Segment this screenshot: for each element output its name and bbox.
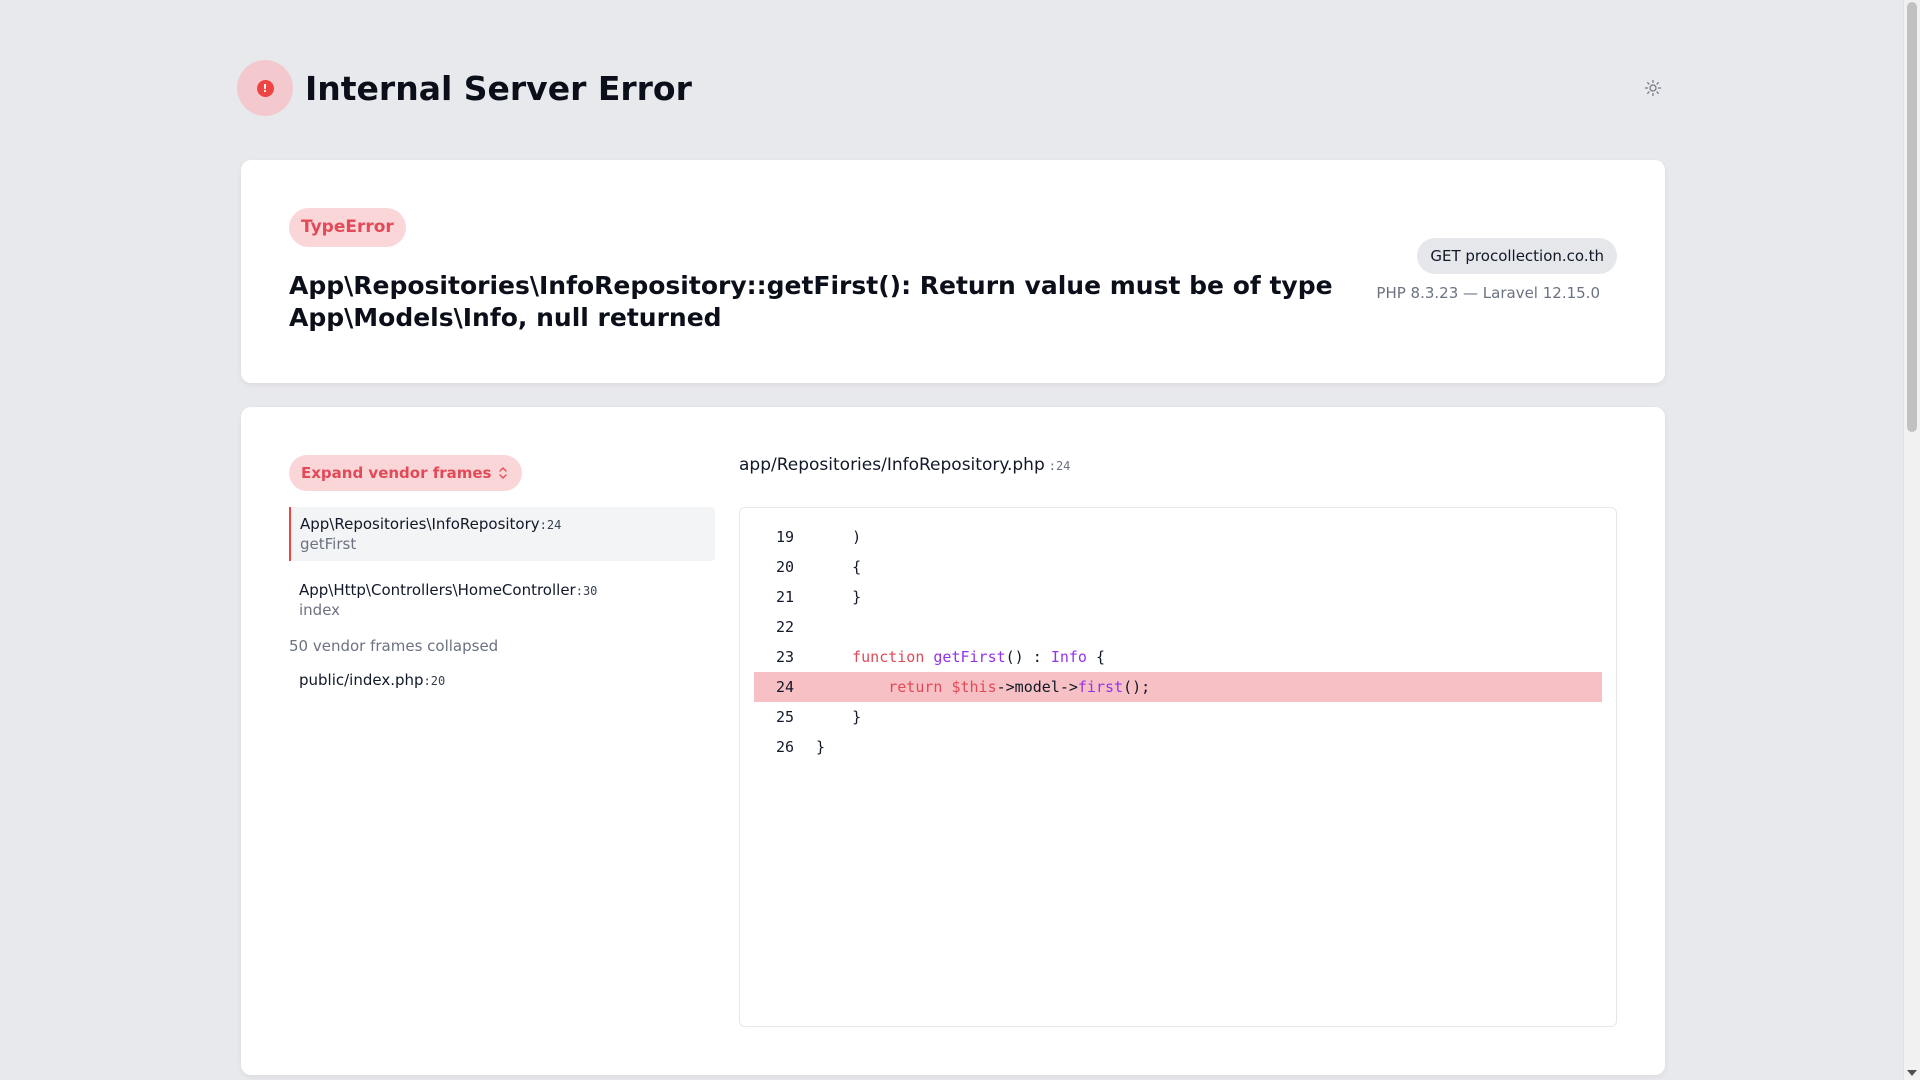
code-text: } (816, 738, 826, 756)
sun-icon (1644, 79, 1662, 97)
code-text: } (816, 708, 862, 726)
frame-line: :30 (575, 584, 598, 598)
collapsed-frames-note: 50 vendor frames collapsed (289, 637, 499, 655)
stack-frame[interactable]: App\Http\Controllers\HomeController:30 i… (289, 573, 715, 627)
frame-class: App\Repositories\InfoRepository (300, 515, 540, 533)
error-message: App\Repositories\InfoRepository::getFirs… (289, 271, 1333, 332)
error-icon: ! (237, 60, 293, 116)
scrollbar-thumb[interactable] (1907, 2, 1917, 432)
line-number: 25 (775, 708, 794, 726)
chevron-up-down-icon (498, 467, 507, 479)
page-title: Internal Server Error (305, 68, 692, 108)
scroll-down-arrow-icon[interactable] (1907, 1070, 1917, 1076)
frame-line: :20 (423, 674, 446, 688)
code-line: 21 } (754, 582, 1602, 612)
version-info: PHP 8.3.23 — Laravel 12.15.0 (1376, 284, 1600, 302)
stack-trace-card: Expand vendor frames App\Repositories\In… (241, 407, 1665, 1075)
line-number: 23 (775, 648, 794, 666)
code-text: ) (816, 528, 862, 546)
line-number: 26 (775, 738, 794, 756)
line-number: 21 (775, 588, 794, 606)
stack-frame-list: App\Repositories\InfoRepository:24 getFi… (289, 507, 715, 697)
code-text: function getFirst() : Info { (852, 648, 1105, 666)
source-file-path: app/Repositories/InfoRepository.php:24 (739, 455, 1070, 475)
code-text: return $this->model->first(); (888, 678, 1151, 696)
error-summary-card: TypeError App\Repositories\InfoRepositor… (241, 160, 1665, 383)
file-name: app/Repositories/InfoRepository.php (739, 455, 1045, 475)
frame-line: :24 (539, 518, 562, 532)
request-badge: GET procollection.co.th (1417, 238, 1617, 274)
theme-toggle-button[interactable] (1641, 76, 1665, 100)
line-number: 20 (775, 558, 794, 576)
frame-method: index (299, 601, 341, 619)
line-number: 19 (775, 528, 794, 546)
error-glyph: ! (256, 79, 274, 97)
frame-class: public/index.php (299, 671, 424, 689)
frame-class: App\Http\Controllers\HomeController (299, 581, 576, 599)
code-text: } (816, 588, 862, 606)
expand-vendor-frames-label: Expand vendor frames (301, 464, 492, 482)
line-number: 22 (775, 618, 794, 636)
frame-method: getFirst (300, 535, 357, 553)
code-line: 26 } (754, 732, 1602, 762)
stack-frame[interactable]: public/index.php:20 (289, 663, 715, 697)
code-line: 22 (754, 612, 1602, 642)
stack-frame[interactable]: App\Repositories\InfoRepository:24 getFi… (289, 507, 715, 561)
code-text: { (816, 558, 862, 576)
expand-vendor-frames-button[interactable]: Expand vendor frames (289, 455, 522, 491)
exception-type-badge: TypeError (289, 208, 406, 247)
code-line: 20 { (754, 552, 1602, 582)
code-snippet: 19 ) 20 { 21 } 22 23 function getFirst()… (739, 507, 1617, 1027)
error-page: ! Internal Server Error TypeError App\Re… (0, 0, 1920, 1080)
page-header: ! Internal Server Error (237, 60, 1665, 116)
code-line: 25 } (754, 702, 1602, 732)
highlighted-code-line: 24 return $this->model->first(); (754, 672, 1602, 702)
line-number: 24 (775, 678, 794, 696)
page-scrollbar[interactable] (1903, 0, 1920, 1080)
code-line: 23 function getFirst() : Info { (754, 642, 1602, 672)
file-line: :24 (1048, 459, 1071, 473)
code-line: 19 ) (754, 522, 1602, 552)
